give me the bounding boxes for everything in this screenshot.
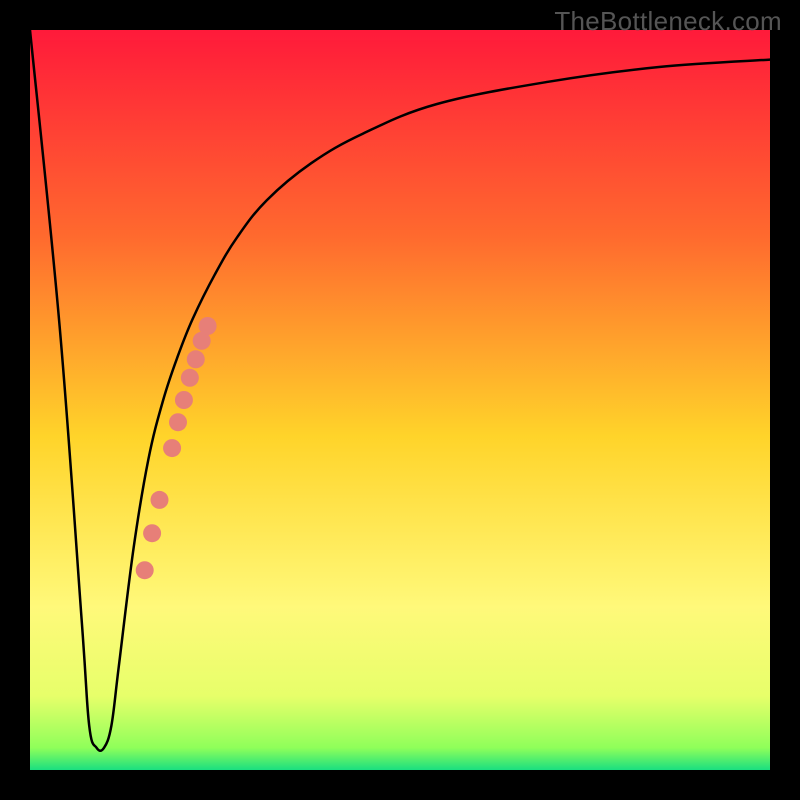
watermark-text: TheBottleneck.com: [554, 6, 782, 37]
marker-point: [175, 391, 193, 409]
chart-svg: [30, 30, 770, 770]
marker-point: [187, 350, 205, 368]
marker-point: [136, 561, 154, 579]
gradient-background: [30, 30, 770, 770]
marker-point: [199, 317, 217, 335]
marker-point: [151, 491, 169, 509]
marker-point: [163, 439, 181, 457]
outer-frame: TheBottleneck.com: [0, 0, 800, 800]
marker-point: [181, 369, 199, 387]
marker-point: [169, 413, 187, 431]
marker-point: [143, 524, 161, 542]
plot-area: [30, 30, 770, 770]
